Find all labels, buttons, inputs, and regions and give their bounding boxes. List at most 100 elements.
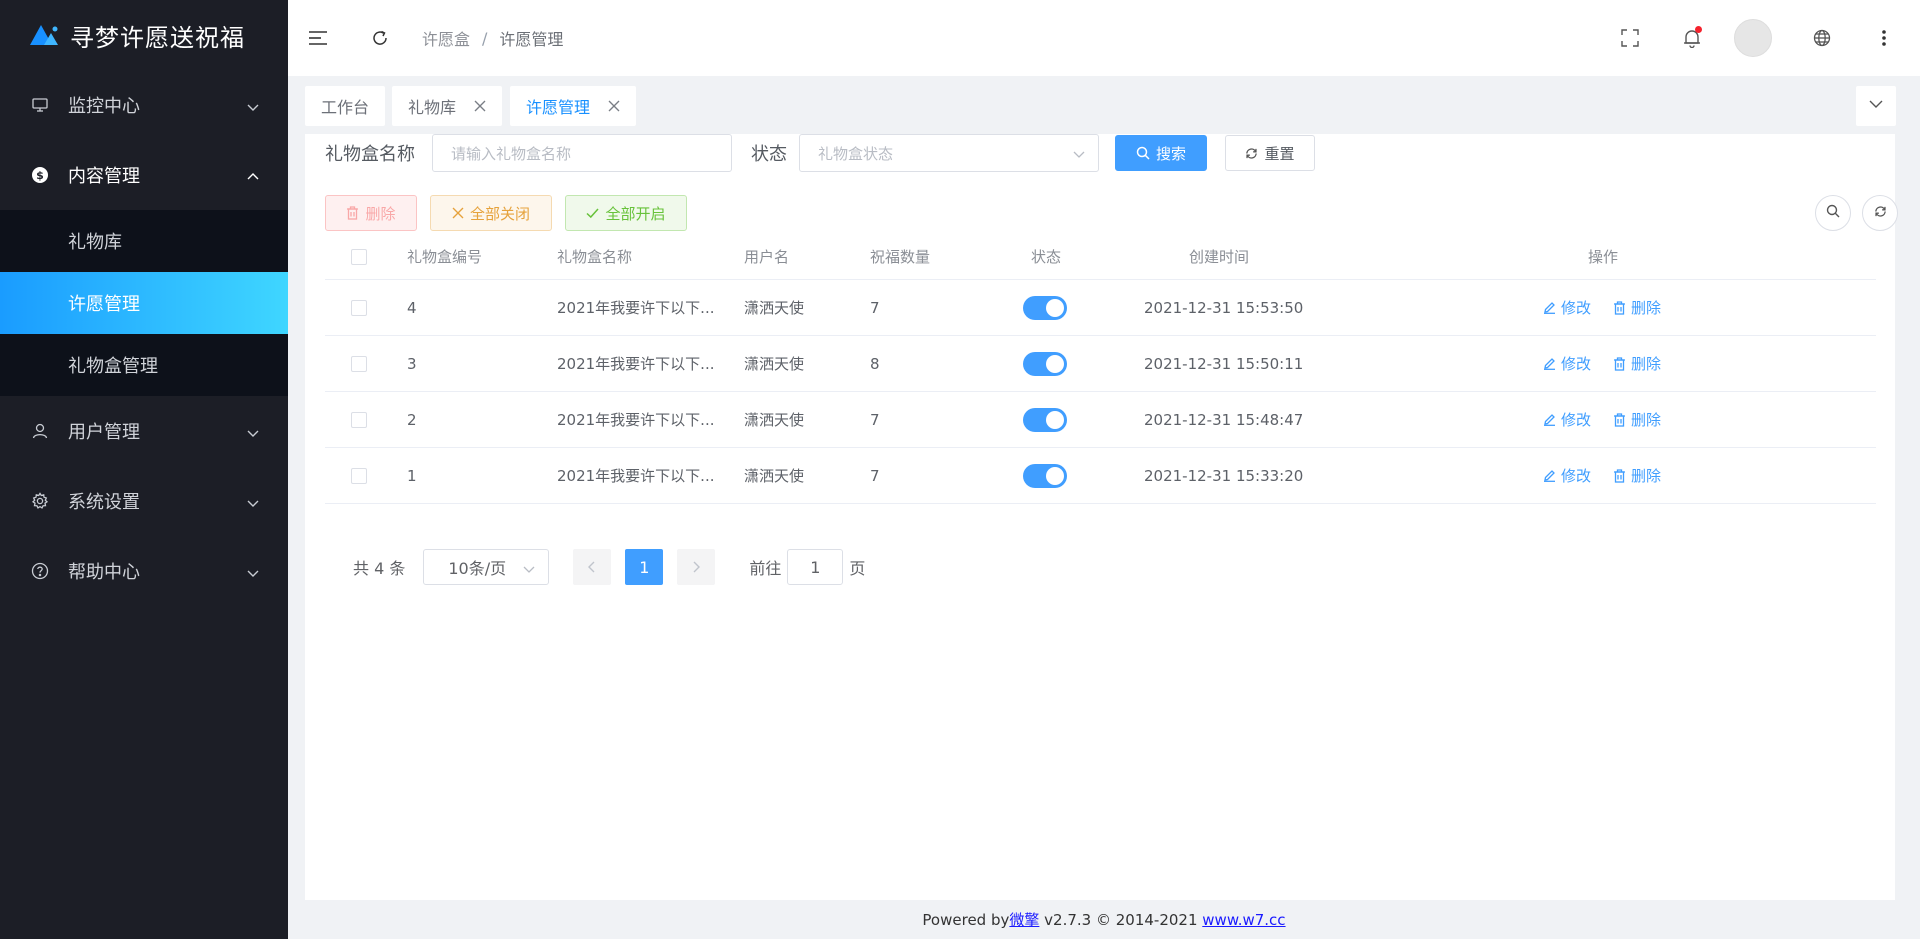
edit-link[interactable]: 修改 — [1543, 409, 1591, 430]
trash-icon — [1613, 468, 1626, 483]
notification-dot — [1695, 26, 1702, 33]
sidebar-item-wish-management[interactable]: 许愿管理 — [0, 272, 288, 334]
edit-link[interactable]: 修改 — [1543, 297, 1591, 318]
sidebar-item-settings[interactable]: 系统设置 — [0, 466, 288, 536]
refresh-table-button[interactable] — [1862, 195, 1898, 231]
button-label: 全部开启 — [605, 204, 666, 223]
avatar[interactable] — [1734, 19, 1772, 57]
row-checkbox[interactable] — [351, 299, 367, 316]
sidebar-item-users[interactable]: 用户管理 — [0, 396, 288, 466]
status-switch[interactable] — [1023, 463, 1067, 488]
edit-pencil-icon — [1543, 357, 1556, 370]
header-count: 祝福数量 — [870, 248, 931, 266]
tabs-dropdown-button[interactable] — [1856, 86, 1896, 126]
tab-label: 礼物库 — [408, 98, 457, 117]
button-label: 删除 — [365, 204, 396, 223]
sidebar-item-label: 内容管理 — [68, 166, 140, 187]
status-switch[interactable] — [1023, 351, 1067, 376]
logo[interactable]: 寻梦许愿送祝福 — [0, 0, 288, 70]
cell-user: 潇洒天使 — [744, 411, 805, 429]
dollar-circle-icon: $ — [30, 165, 50, 185]
delete-link[interactable]: 删除 — [1613, 353, 1661, 374]
footer-site-link[interactable]: www.w7.cc — [1202, 911, 1285, 929]
pagination: 共 4 条 10条/页 1 前往 1 页 — [353, 548, 865, 586]
check-icon — [586, 207, 600, 219]
refresh-icon[interactable] — [368, 26, 392, 50]
user-icon — [30, 421, 50, 441]
sidebar-item-monitor[interactable]: 监控中心 — [0, 70, 288, 140]
bell-icon[interactable] — [1680, 26, 1704, 50]
sidebar-item-help[interactable]: 帮助中心 — [0, 536, 288, 606]
fullscreen-icon[interactable] — [1618, 26, 1642, 50]
edit-pencil-icon — [1543, 301, 1556, 314]
toggle-search-button[interactable] — [1815, 195, 1851, 231]
close-icon[interactable] — [608, 100, 620, 112]
next-page-button[interactable] — [677, 549, 716, 585]
close-icon[interactable] — [474, 100, 486, 112]
delete-link[interactable]: 删除 — [1613, 465, 1661, 486]
search-icon — [1136, 146, 1150, 160]
giftbox-name-input[interactable]: 请输入礼物盒名称 — [432, 134, 732, 172]
edit-link[interactable]: 修改 — [1543, 353, 1591, 374]
close-all-button[interactable]: 全部关闭 — [430, 195, 552, 231]
cell-id: 3 — [407, 354, 417, 373]
cell-id: 1 — [407, 466, 417, 485]
cell-count: 7 — [870, 410, 880, 429]
chevron-down-icon — [246, 564, 260, 585]
batch-delete-button[interactable]: 删除 — [325, 195, 417, 231]
more-vertical-icon[interactable] — [1872, 26, 1896, 50]
edit-pencil-icon — [1543, 469, 1556, 482]
goto-page-input[interactable]: 1 — [787, 549, 844, 585]
chevron-left-icon — [587, 558, 597, 577]
reset-button[interactable]: 重置 — [1225, 135, 1315, 171]
delete-link[interactable]: 删除 — [1613, 297, 1661, 318]
tab-gift-library[interactable]: 礼物库 — [392, 86, 503, 126]
sidebar-item-content[interactable]: $ 内容管理 — [0, 140, 288, 210]
breadcrumb-item-wishbox[interactable]: 许愿盒 — [422, 26, 470, 50]
cell-id: 4 — [407, 298, 417, 317]
page-number-current[interactable]: 1 — [625, 549, 664, 585]
open-all-button[interactable]: 全部开启 — [565, 195, 687, 231]
tabs-bar: 工作台 礼物库 许愿管理 — [288, 76, 1920, 134]
table-row: 4 2021年我要许下以下... 潇洒天使 7 2021-12-31 15:53… — [325, 280, 1876, 336]
prev-page-button[interactable] — [573, 549, 612, 585]
sidebar-item-giftbox-management[interactable]: 礼物盒管理 — [0, 334, 288, 396]
button-label: 全部关闭 — [469, 204, 530, 223]
tab-label: 许愿管理 — [526, 98, 591, 117]
tab-label: 工作台 — [321, 98, 370, 117]
select-all-checkbox[interactable] — [351, 248, 367, 265]
refresh-icon — [1874, 205, 1887, 222]
search-button[interactable]: 搜索 — [1115, 135, 1207, 171]
edit-link[interactable]: 修改 — [1543, 465, 1591, 486]
cell-created-time: 2021-12-31 15:48:47 — [1144, 410, 1304, 429]
edit-label: 修改 — [1561, 299, 1592, 317]
footer-brand-link[interactable]: 微擎 — [1009, 909, 1039, 930]
status-select[interactable]: 礼物盒状态 — [799, 134, 1099, 172]
tab-workbench[interactable]: 工作台 — [305, 86, 386, 126]
edit-label: 修改 — [1561, 411, 1592, 429]
trash-icon — [346, 206, 359, 220]
breadcrumb-item-current: 许愿管理 — [499, 30, 564, 49]
main-card: 礼物盒名称 请输入礼物盒名称 状态 礼物盒状态 搜索 重置 删除 全部关闭 全部… — [305, 134, 1898, 900]
cell-created-time: 2021-12-31 15:50:11 — [1144, 354, 1304, 373]
goto-suffix: 页 — [849, 559, 866, 578]
language-globe-icon[interactable] — [1810, 26, 1834, 50]
row-checkbox[interactable] — [351, 355, 367, 372]
sidebar-item-gift-library[interactable]: 礼物库 — [0, 210, 288, 272]
svg-text:$: $ — [36, 169, 44, 182]
tab-wish-management[interactable]: 许愿管理 — [510, 86, 637, 126]
trash-icon — [1613, 412, 1626, 427]
sidebar-item-label: 用户管理 — [68, 422, 140, 443]
delete-link[interactable]: 删除 — [1613, 409, 1661, 430]
menu-toggle-icon[interactable] — [306, 26, 330, 50]
edit-label: 修改 — [1561, 467, 1592, 485]
chevron-down-icon — [522, 561, 536, 580]
status-switch[interactable] — [1023, 407, 1067, 432]
status-switch[interactable] — [1023, 295, 1067, 320]
delete-label: 删除 — [1631, 299, 1662, 317]
gear-icon — [30, 491, 50, 511]
row-checkbox[interactable] — [351, 467, 367, 484]
page-size-select[interactable]: 10条/页 — [423, 549, 550, 585]
row-checkbox[interactable] — [351, 411, 367, 428]
table-header: 礼物盒编号 礼物盒名称 用户名 祝福数量 状态 创建时间 操作 — [325, 234, 1876, 280]
